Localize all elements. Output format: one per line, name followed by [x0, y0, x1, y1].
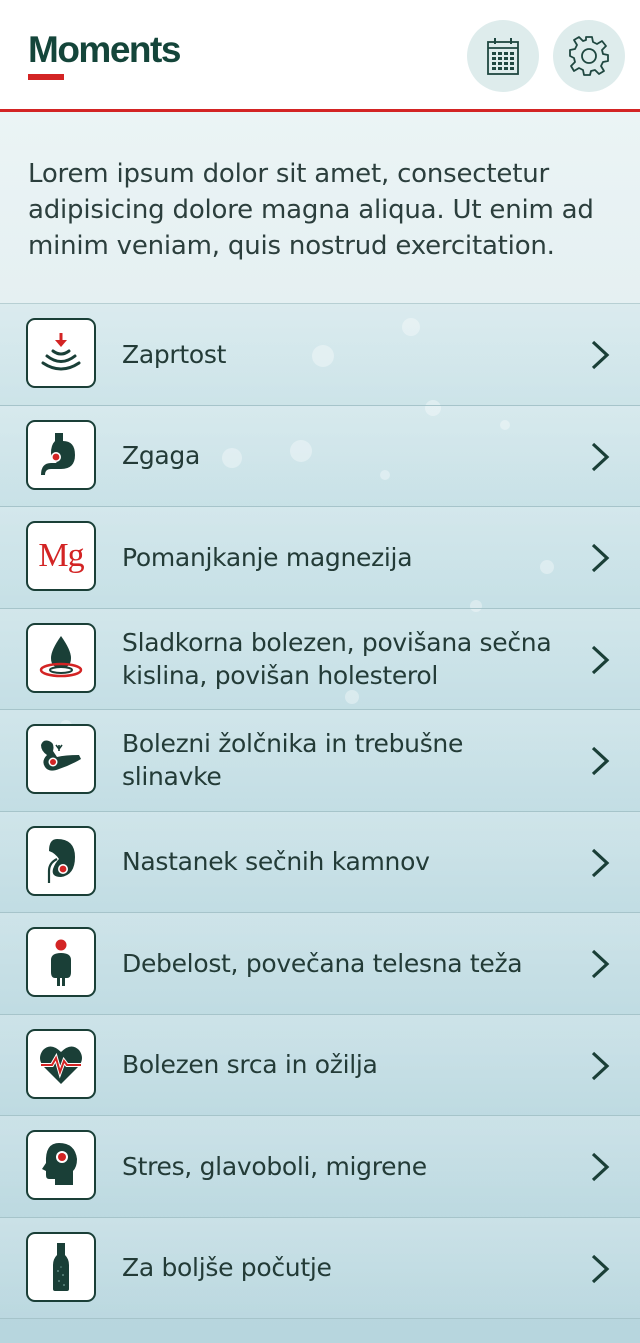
drop-icon	[26, 622, 96, 693]
list-item-label: Za boljše počutje	[122, 1253, 332, 1282]
list-item-magnezij[interactable]: Mg Pomanjkanje magnezija	[0, 507, 640, 609]
chevron-right-icon	[591, 949, 610, 979]
calendar-button[interactable]	[467, 20, 539, 92]
list-item-stres[interactable]: Stres, glavoboli, migrene	[0, 1116, 640, 1218]
list-item-debelost[interactable]: Debelost, povečana telesna teža	[0, 913, 640, 1015]
app-logo: Moments	[28, 29, 181, 70]
kidney-icon	[26, 825, 96, 896]
list-item-label: Stres, glavoboli, migrene	[122, 1151, 427, 1181]
bottle-icon	[26, 1231, 96, 1302]
head-icon	[26, 1130, 96, 1200]
chevron-right-icon	[591, 1152, 610, 1182]
list-item-zaprtost[interactable]: Zaprtost	[0, 304, 640, 406]
list-item-label: Sladkorna bolezen, povišana sečna kislin…	[122, 627, 552, 690]
magnesium-symbol: Mg	[38, 537, 84, 574]
list-item-pocutje[interactable]: Za boljše počutje	[0, 1217, 640, 1319]
chevron-right-icon	[591, 543, 610, 573]
magnesium-icon: Mg	[26, 521, 96, 591]
list-item-label: Bolezni žolčnika in trebušne slinavke	[122, 729, 464, 791]
calendar-icon	[487, 38, 519, 75]
body-weight-icon	[26, 927, 96, 997]
list-item-zolcnik[interactable]: Bolezni žolčnika in trebušne slinavke	[0, 710, 640, 812]
list-item-label: Zaprtost	[122, 339, 227, 369]
list-item-secni-kamni[interactable]: Nastanek sečnih kamnov	[0, 811, 640, 913]
list-item-label: Debelost, povečana telesna teža	[122, 948, 523, 978]
list-item-srce[interactable]: Bolezen srca in ožilja	[0, 1014, 640, 1116]
app-header: Moments	[0, 0, 640, 112]
settings-button[interactable]	[553, 20, 625, 92]
chevron-right-icon	[591, 442, 610, 471]
logo-underline	[28, 74, 64, 80]
list-item-sladkorna-bolezen[interactable]: Sladkorna bolezen, povišana sečna kislin…	[0, 608, 640, 710]
gear-icon	[569, 36, 609, 76]
chevron-right-icon	[591, 645, 610, 674]
pancreas-icon	[26, 724, 96, 794]
list-item-label: Zgaga	[122, 441, 201, 470]
chevron-right-icon	[591, 1051, 610, 1080]
stomach-icon	[26, 419, 96, 490]
intestine-down-arrow-icon	[26, 318, 96, 388]
list-item-zgaga[interactable]: Zgaga	[0, 405, 640, 507]
list-item-label: Nastanek sečnih kamnov	[122, 847, 430, 876]
intro-text: Lorem ipsum dolor sit amet, consectetur …	[28, 159, 594, 261]
chevron-right-icon	[591, 340, 610, 370]
chevron-right-icon	[591, 1254, 610, 1283]
heart-icon	[26, 1028, 96, 1099]
condition-list: Zaprtost Zgaga Mg Pomanjkanje magnezija	[0, 304, 640, 1319]
list-item-label: Pomanjkanje magnezija	[122, 542, 413, 572]
chevron-right-icon	[591, 746, 610, 776]
list-item-label: Bolezen srca in ožilja	[122, 1050, 378, 1079]
intro-section: Lorem ipsum dolor sit amet, consectetur …	[0, 112, 640, 304]
chevron-right-icon	[591, 848, 610, 877]
